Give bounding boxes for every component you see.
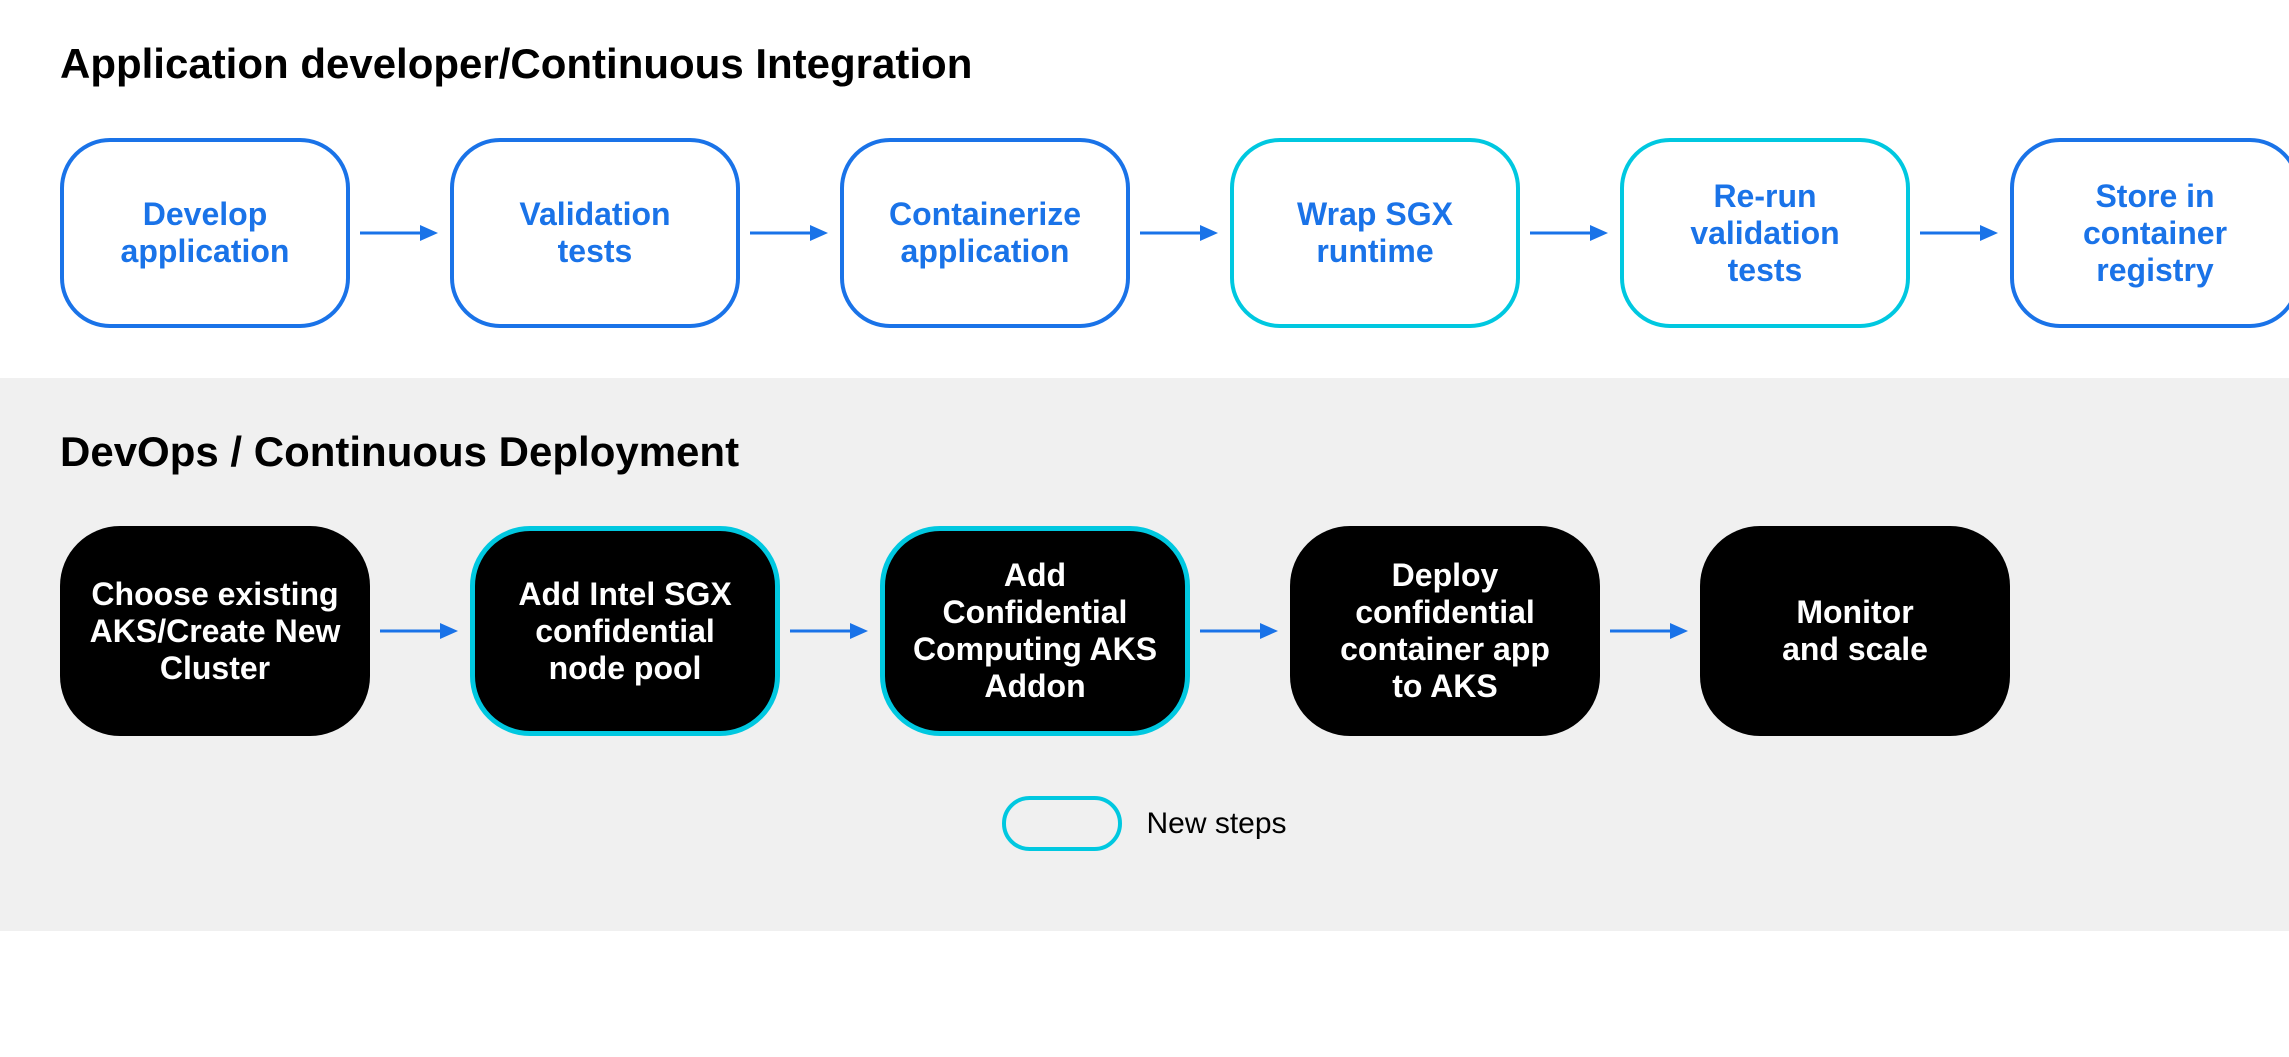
node-store-registry-label: Store incontainerregistry — [2083, 178, 2227, 289]
arrow-3 — [1140, 213, 1220, 253]
node-validation-tests: Validationtests — [450, 138, 740, 328]
node-add-cc-addon-label: AddConfidentialComputing AKSAddon — [913, 557, 1157, 705]
node-rerun-validation-label: Re-runvalidationtests — [1690, 178, 1839, 289]
node-containerize-app: Containerizeapplication — [840, 138, 1130, 328]
node-develop-app: Developapplication — [60, 138, 350, 328]
arrow-b1 — [380, 611, 460, 651]
top-section: Application developer/Continuous Integra… — [0, 0, 2289, 378]
node-wrap-sgx-label: Wrap SGXruntime — [1297, 196, 1453, 270]
node-validation-tests-label: Validationtests — [519, 196, 670, 270]
node-add-intel-sgx-label: Add Intel SGXconfidentialnode pool — [518, 576, 731, 687]
node-wrap-sgx: Wrap SGXruntime — [1230, 138, 1520, 328]
arrow-b3 — [1200, 611, 1280, 651]
node-rerun-validation: Re-runvalidationtests — [1620, 138, 1910, 328]
legend-text: New steps — [1146, 807, 1286, 841]
arrow-1 — [360, 213, 440, 253]
node-develop-app-label: Developapplication — [121, 196, 290, 270]
legend-shape — [1002, 796, 1122, 851]
node-monitor-scale: Monitorand scale — [1700, 526, 2010, 736]
top-flow-row: Developapplication Validationtests Conta… — [60, 138, 2229, 328]
node-monitor-scale-label: Monitorand scale — [1782, 594, 1928, 668]
node-deploy-confidential: Deployconfidentialcontainer appto AKS — [1290, 526, 1600, 736]
arrow-2 — [750, 213, 830, 253]
node-deploy-confidential-label: Deployconfidentialcontainer appto AKS — [1340, 557, 1550, 705]
bottom-flow-row: Choose existingAKS/Create NewCluster Add… — [60, 526, 2229, 736]
top-section-title: Application developer/Continuous Integra… — [60, 40, 2229, 88]
node-add-cc-addon: AddConfidentialComputing AKSAddon — [880, 526, 1190, 736]
arrow-b2 — [790, 611, 870, 651]
arrow-4 — [1530, 213, 1610, 253]
node-add-intel-sgx: Add Intel SGXconfidentialnode pool — [470, 526, 780, 736]
node-choose-aks: Choose existingAKS/Create NewCluster — [60, 526, 370, 736]
node-containerize-app-label: Containerizeapplication — [889, 196, 1081, 270]
legend-row: New steps — [60, 796, 2229, 851]
arrow-b4 — [1610, 611, 1690, 651]
bottom-section: DevOps / Continuous Deployment Choose ex… — [0, 378, 2289, 931]
arrow-5 — [1920, 213, 2000, 253]
node-store-registry: Store incontainerregistry — [2010, 138, 2289, 328]
bottom-section-title: DevOps / Continuous Deployment — [60, 428, 2229, 476]
node-choose-aks-label: Choose existingAKS/Create NewCluster — [90, 576, 341, 687]
